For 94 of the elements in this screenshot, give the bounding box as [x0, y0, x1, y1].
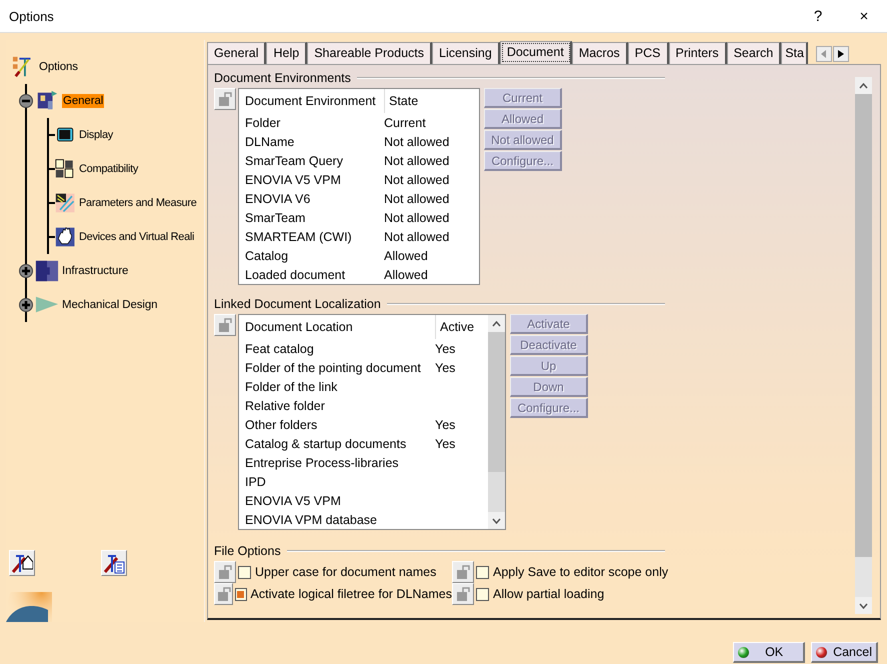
window-title: Options	[8, 8, 55, 24]
checkbox[interactable]	[476, 588, 489, 600]
list-box[interactable]	[238, 314, 506, 530]
lock-button[interactable]	[214, 314, 236, 336]
tab[interactable]: Licensing	[432, 42, 500, 64]
tab[interactable]: Help	[266, 42, 308, 64]
checkbox-label[interactable]: Upper case for document names	[255, 565, 436, 579]
section-title: File Options	[214, 544, 281, 558]
tree-item[interactable]: Display	[79, 129, 113, 141]
scrollbar-thumb[interactable]	[488, 332, 505, 472]
ok-button[interactable]: OK	[733, 642, 806, 663]
list-cell-text: Catalog & startup documents	[245, 436, 408, 450]
list-cell-text: Folder of the link	[245, 380, 338, 394]
expand-icon[interactable]	[19, 264, 33, 278]
list-cell-text: Feat catalog	[245, 342, 315, 356]
list-cell-text: Yes	[435, 436, 456, 450]
tree-item[interactable]: Infrastructure	[62, 265, 128, 277]
collapse-icon[interactable]	[19, 94, 33, 108]
checkbox[interactable]	[235, 588, 247, 600]
help-button[interactable]: ?	[795, 8, 841, 24]
tree-item[interactable]: Options	[39, 61, 78, 73]
scroll-up-icon[interactable]	[488, 315, 505, 332]
list-cell-text: ENOVIA V5 VPM	[245, 172, 342, 186]
list-cell-text: Other folders	[245, 418, 318, 432]
lock-button[interactable]	[452, 561, 474, 583]
checkbox-label[interactable]: Apply Save to editor scope only	[493, 565, 668, 579]
checkbox-label[interactable]: Allow partial loading	[493, 587, 604, 601]
list-cell-text: SmarTeam Query	[245, 154, 344, 168]
list-cell-text: Not allowed	[384, 230, 450, 244]
column-header[interactable]: Document Location	[245, 320, 435, 334]
lock-button[interactable]	[214, 88, 236, 110]
tab[interactable]: Sta	[781, 42, 808, 64]
scroll-right-icon[interactable]	[832, 46, 849, 62]
scroll-down-icon[interactable]	[855, 597, 872, 614]
tab[interactable]: Macros	[572, 42, 628, 64]
column-header[interactable]: State	[384, 89, 469, 113]
section-title: Document Environments	[214, 71, 351, 85]
list-cell-text: IPD	[245, 474, 267, 488]
list-cell-text: Catalog	[245, 248, 290, 262]
column-header[interactable]: Document Environment	[245, 94, 384, 108]
tree-item[interactable]: Devices and Virtual Reali	[79, 231, 194, 243]
list-box[interactable]	[238, 88, 480, 285]
home-tool-button[interactable]	[9, 550, 35, 576]
list-cell-text: Yes	[435, 418, 456, 432]
ruler-icon	[55, 191, 77, 215]
checkbox-label[interactable]: Activate logical filetree for DLNames	[250, 587, 452, 601]
list-cell-text: Relative folder	[245, 398, 326, 412]
tree-item[interactable]: Parameters and Measure	[79, 197, 197, 209]
list-cell-text: Not allowed	[384, 134, 450, 148]
globe-drawing	[6, 592, 52, 622]
tab[interactable]: Shareable Products	[307, 42, 432, 64]
list-cell-text: Allowed	[384, 268, 429, 282]
list-cell-text: Loaded document	[245, 268, 346, 282]
list-cell-text: ENOVIA V6	[245, 192, 312, 206]
list-cell-text: ENOVIA VPM database	[245, 512, 378, 526]
list-cell-text: Yes	[435, 360, 456, 374]
list-cell-text: Allowed	[384, 248, 429, 262]
tab[interactable]: Search	[726, 42, 782, 64]
tree-item[interactable]: Compatibility	[79, 163, 138, 175]
tab[interactable]: General	[207, 42, 266, 64]
scroll-up-icon[interactable]	[855, 77, 872, 94]
tab[interactable]: Document	[500, 41, 572, 64]
list-cell-text: DLName	[245, 134, 296, 148]
scroll-down-icon[interactable]	[488, 512, 505, 529]
list-cell-text: Not allowed	[384, 192, 450, 206]
document-tool-button[interactable]	[101, 550, 127, 576]
checkbox[interactable]	[476, 566, 489, 578]
list-cell-text: ENOVIA V5 VPM	[245, 494, 342, 508]
tab[interactable]: PCS	[628, 42, 668, 64]
list-cell-text: Folder of the pointing document	[245, 360, 422, 374]
list-cell-text: Not allowed	[384, 210, 450, 224]
expand-icon[interactable]	[19, 298, 33, 312]
list-cell-text: Not allowed	[384, 154, 450, 168]
status-dot-icon	[816, 646, 828, 658]
checkbox[interactable]	[238, 566, 251, 578]
block-icon	[35, 259, 59, 283]
lock-button[interactable]	[214, 561, 236, 583]
tab[interactable]: Printers	[668, 42, 727, 64]
list-cell-text: Current	[384, 116, 427, 130]
cancel-button[interactable]: Cancel	[811, 642, 878, 663]
scrollbar-thumb[interactable]	[855, 94, 872, 557]
tree-item[interactable]: General	[62, 94, 104, 108]
status-dot-icon	[738, 646, 750, 658]
list-cell-text: Folder	[245, 116, 282, 130]
list-cell-text: Not allowed	[384, 172, 450, 186]
lock-button[interactable]	[214, 583, 234, 605]
close-button[interactable]: ×	[841, 8, 887, 24]
list-cell-text: Yes	[435, 342, 456, 356]
list-cell-text: SMARTEAM (CWI)	[245, 230, 353, 244]
section-title: Linked Document Localization	[214, 297, 381, 311]
list-cell-text: Entreprise Process-libraries	[245, 456, 400, 470]
list-cell-text: SmarTeam	[245, 210, 306, 224]
tree-item[interactable]: Mechanical Design	[62, 299, 158, 311]
lock-button[interactable]	[452, 583, 474, 605]
